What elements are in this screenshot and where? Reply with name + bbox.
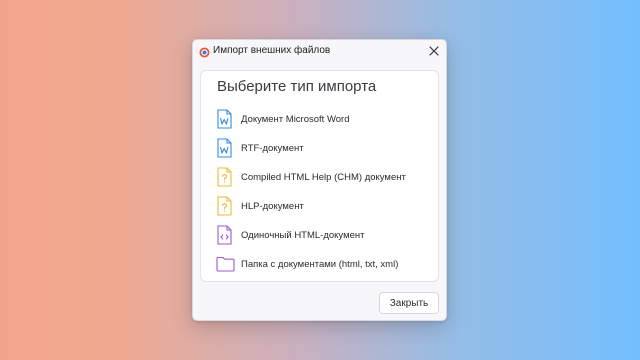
import-option-html[interactable]: Одиночный HTML-документ: [213, 225, 433, 247]
help-document-icon: [216, 167, 233, 187]
import-option-label: Документ Microsoft Word: [241, 114, 350, 125]
import-option-label: HLP-документ: [241, 201, 304, 212]
import-option-label: Одиночный HTML-документ: [241, 230, 365, 241]
dialog-title: Импорт внешних файлов: [213, 45, 331, 56]
word-document-icon: [216, 138, 233, 158]
import-option-label: RTF-документ: [241, 143, 304, 154]
import-option-folder[interactable]: Папка с документами (html, txt, xml): [213, 254, 433, 276]
import-option-label: Папка с документами (html, txt, xml): [241, 259, 399, 270]
app-logo-icon: [199, 45, 210, 58]
import-option-label: Compiled HTML Help (CHM) документ: [241, 172, 406, 183]
import-option-hlp[interactable]: HLP-документ: [213, 196, 433, 218]
html-document-icon: [216, 225, 233, 245]
import-option-word[interactable]: Документ Microsoft Word: [213, 109, 433, 131]
word-document-icon: [216, 109, 233, 129]
import-type-heading: Выберите тип импорта: [217, 78, 377, 95]
help-document-icon: [216, 196, 233, 216]
import-option-chm[interactable]: Compiled HTML Help (CHM) документ: [213, 167, 433, 189]
import-dialog: Импорт внешних файлов Выберите тип импор…: [192, 39, 447, 321]
close-button[interactable]: Закрыть: [379, 292, 439, 314]
dialog-titlebar[interactable]: Импорт внешних файлов: [193, 40, 446, 62]
close-icon[interactable]: [427, 44, 441, 58]
import-type-panel: Выберите тип импорта Документ Microsoft …: [200, 70, 439, 282]
import-option-rtf[interactable]: RTF-документ: [213, 138, 433, 160]
folder-icon: [216, 254, 235, 274]
